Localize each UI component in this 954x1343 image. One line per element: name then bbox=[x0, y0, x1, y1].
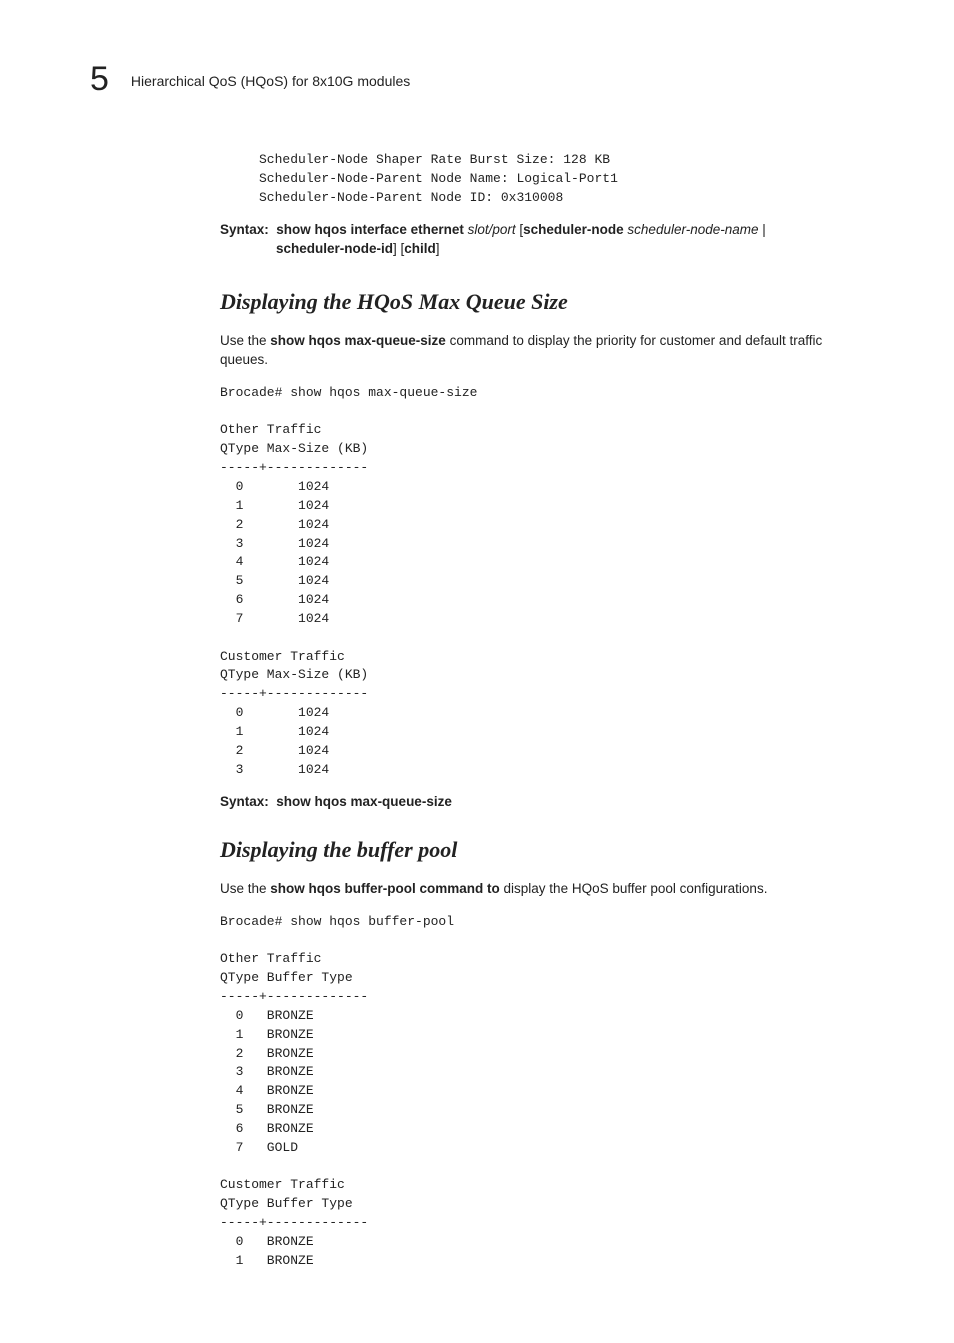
syntax-interface-ethernet: Syntax: show hqos interface ethernet slo… bbox=[220, 220, 864, 259]
output-max-queue-size: Brocade# show hqos max-queue-size Other … bbox=[220, 384, 864, 780]
syntax-arg-scheduler-node-name: scheduler-node-name bbox=[627, 222, 758, 237]
syntax-kw-scheduler-node: scheduler-node bbox=[523, 222, 627, 237]
intro-max-queue-size: Use the show hqos max-queue-size command… bbox=[220, 331, 864, 370]
section-title: Hierarchical QoS (HQoS) for 8x10G module… bbox=[131, 73, 410, 89]
intro-post: display the HQoS buffer pool configurati… bbox=[500, 881, 768, 896]
syntax-arg-slotport: slot/port bbox=[468, 222, 520, 237]
running-header: 5 Hierarchical QoS (HQoS) for 8x10G modu… bbox=[90, 60, 864, 99]
heading-max-queue-size: Displaying the HQoS Max Queue Size bbox=[220, 289, 864, 315]
scheduler-output: Scheduler-Node Shaper Rate Burst Size: 1… bbox=[220, 151, 864, 208]
syntax-label: Syntax: bbox=[220, 794, 269, 809]
syntax-kw-child: child bbox=[404, 241, 436, 256]
syntax-max-queue-size: Syntax: show hqos max-queue-size bbox=[220, 792, 864, 812]
intro-cmd: show hqos max-queue-size bbox=[270, 333, 446, 348]
page: 5 Hierarchical QoS (HQoS) for 8x10G modu… bbox=[0, 0, 954, 1343]
syntax-label: Syntax: bbox=[220, 222, 269, 237]
syntax-cmd: show hqos interface ethernet bbox=[276, 222, 467, 237]
syntax-br-mid: ] [ bbox=[393, 241, 404, 256]
output-buffer-pool: Brocade# show hqos buffer-pool Other Tra… bbox=[220, 913, 864, 1271]
syntax-br-close: ] bbox=[436, 241, 440, 256]
intro-pre: Use the bbox=[220, 881, 270, 896]
chapter-number: 5 bbox=[90, 60, 109, 99]
syntax-kw-scheduler-node-id: scheduler-node-id bbox=[276, 241, 393, 256]
intro-cmd: show hqos buffer-pool command to bbox=[270, 881, 500, 896]
syntax-pipe: | bbox=[759, 222, 766, 237]
heading-buffer-pool: Displaying the buffer pool bbox=[220, 837, 864, 863]
syntax-cmd: show hqos max-queue-size bbox=[276, 794, 452, 809]
intro-buffer-pool: Use the show hqos buffer-pool command to… bbox=[220, 879, 864, 899]
intro-pre: Use the bbox=[220, 333, 270, 348]
main-content: Scheduler-Node Shaper Rate Burst Size: 1… bbox=[220, 151, 864, 1271]
